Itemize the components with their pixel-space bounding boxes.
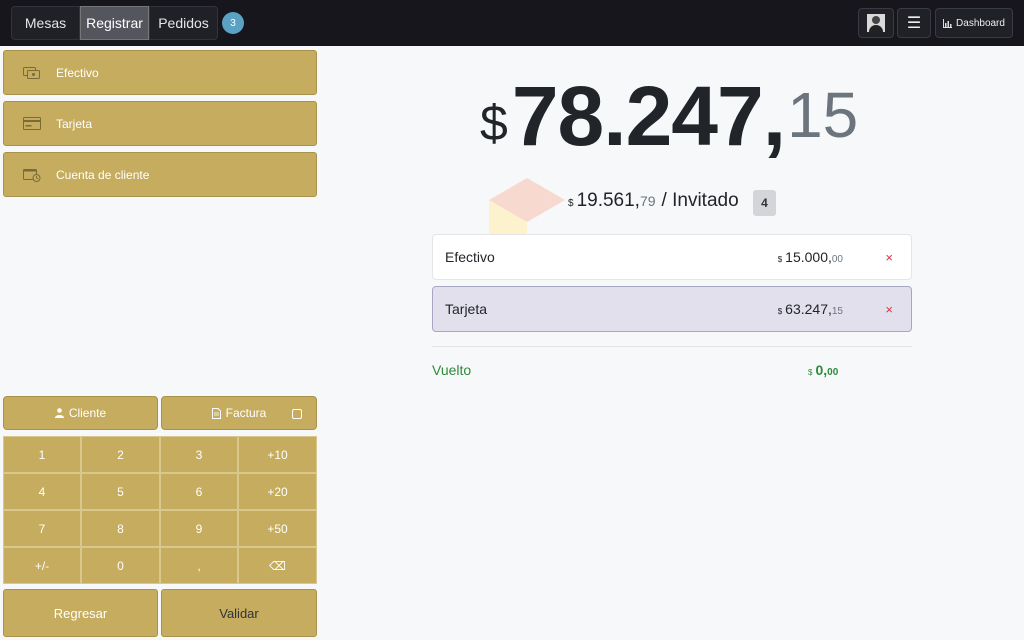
document-icon [211,407,221,419]
menu-button[interactable]: ☰ [897,8,931,38]
top-navbar: Mesas Registrar Pedidos 3 ☰ Dashboard [0,0,1024,46]
remove-payment-button[interactable]: × [885,250,893,265]
total-decimals: 15 [787,79,859,151]
remove-payment-button[interactable]: × [885,302,893,317]
customer-label: Cliente [68,406,107,420]
change-amount: $ 0, 00 [808,362,838,378]
total-integer: 78.247, [511,69,786,163]
amount-integer: 15.000, [785,249,832,265]
change-integer: 0, [815,362,828,378]
payment-method-card[interactable]: Tarjeta [3,101,317,146]
numpad-key-0[interactable]: 0 [81,547,160,584]
invoice-checkbox[interactable] [292,409,302,419]
cash-icon [22,66,42,80]
payment-method-label: Efectivo [56,65,99,80]
numpad-key-plus20[interactable]: +20 [238,473,317,510]
change-decimals: 00 [827,367,839,378]
payment-line-cash[interactable]: Efectivo $ 15.000, 00 × [432,234,912,280]
numpad: 1 2 3 +10 4 5 6 +20 7 8 9 +50 +/- 0 , ⌫ [3,436,317,585]
currency-symbol: $ [568,198,574,209]
numpad-key-1[interactable]: 1 [3,436,81,473]
amount-per-guest: $ 19.561, 79 / Invitado [568,190,739,212]
hamburger-icon: ☰ [906,15,922,32]
payment-line-amount: $ 15.000, 00 [778,249,843,265]
currency-symbol: $ [480,95,508,151]
wallet-clock-icon [22,168,42,182]
numpad-key-6[interactable]: 6 [160,473,238,510]
numpad-key-7[interactable]: 7 [3,510,81,547]
numpad-key-8[interactable]: 8 [81,510,160,547]
guest-count-badge[interactable]: 4 [753,190,776,216]
total-amount: $ 78.247, 15 [480,74,858,158]
user-icon [54,408,64,418]
currency-symbol: $ [777,255,783,264]
tab-mesas[interactable]: Mesas [11,6,80,40]
numpad-key-backspace[interactable]: ⌫ [238,547,317,584]
per-guest-label: / Invitado [661,190,739,211]
per-guest-integer: 19.561, [576,190,640,211]
user-avatar-icon [867,14,885,32]
numpad-key-3[interactable]: 3 [160,436,238,473]
user-avatar-button[interactable] [858,8,894,38]
main-nav-tabs: Mesas Registrar Pedidos [11,6,218,40]
payment-method-customer-account[interactable]: Cuenta de cliente [3,152,317,197]
numpad-key-decimal[interactable]: , [160,547,238,584]
back-button[interactable]: Regresar [3,589,158,637]
bar-chart-icon [943,18,953,28]
currency-symbol: $ [808,368,813,377]
invoice-label: Factura [225,406,267,420]
numpad-key-5[interactable]: 5 [81,473,160,510]
numpad-key-9[interactable]: 9 [160,510,238,547]
invoice-toggle-button[interactable]: Factura [161,396,317,430]
per-guest-decimals: 79 [639,193,656,209]
payment-line-card[interactable]: Tarjeta $ 63.247, 15 × [432,286,912,332]
orders-count-badge: 3 [222,12,244,34]
dashboard-button[interactable]: Dashboard [935,8,1013,38]
payment-line-amount: $ 63.247, 15 [778,301,843,317]
payment-line-name: Efectivo [445,249,495,265]
divider [432,346,912,347]
tab-pedidos[interactable]: Pedidos [149,6,218,40]
numpad-key-4[interactable]: 4 [3,473,81,510]
payment-method-label: Cuenta de cliente [56,167,150,182]
tab-registrar[interactable]: Registrar [80,6,149,40]
change-label: Vuelto [432,362,472,378]
payment-method-label: Tarjeta [56,116,93,131]
numpad-key-plus10[interactable]: +10 [238,436,317,473]
amount-integer: 63.247, [785,301,832,317]
numpad-key-2[interactable]: 2 [81,436,160,473]
currency-symbol: $ [777,307,783,316]
payment-method-cash[interactable]: Efectivo [3,50,317,95]
card-icon [22,117,42,131]
numpad-key-plus50[interactable]: +50 [238,510,317,547]
payment-line-name: Tarjeta [445,301,488,317]
validate-button[interactable]: Validar [161,589,317,637]
amount-decimals: 15 [831,306,843,317]
numpad-key-sign[interactable]: +/- [3,547,81,584]
amount-decimals: 00 [831,254,843,265]
dashboard-label: Dashboard [956,17,1005,29]
backspace-icon: ⌫ [269,558,286,573]
customer-button[interactable]: Cliente [3,396,158,430]
